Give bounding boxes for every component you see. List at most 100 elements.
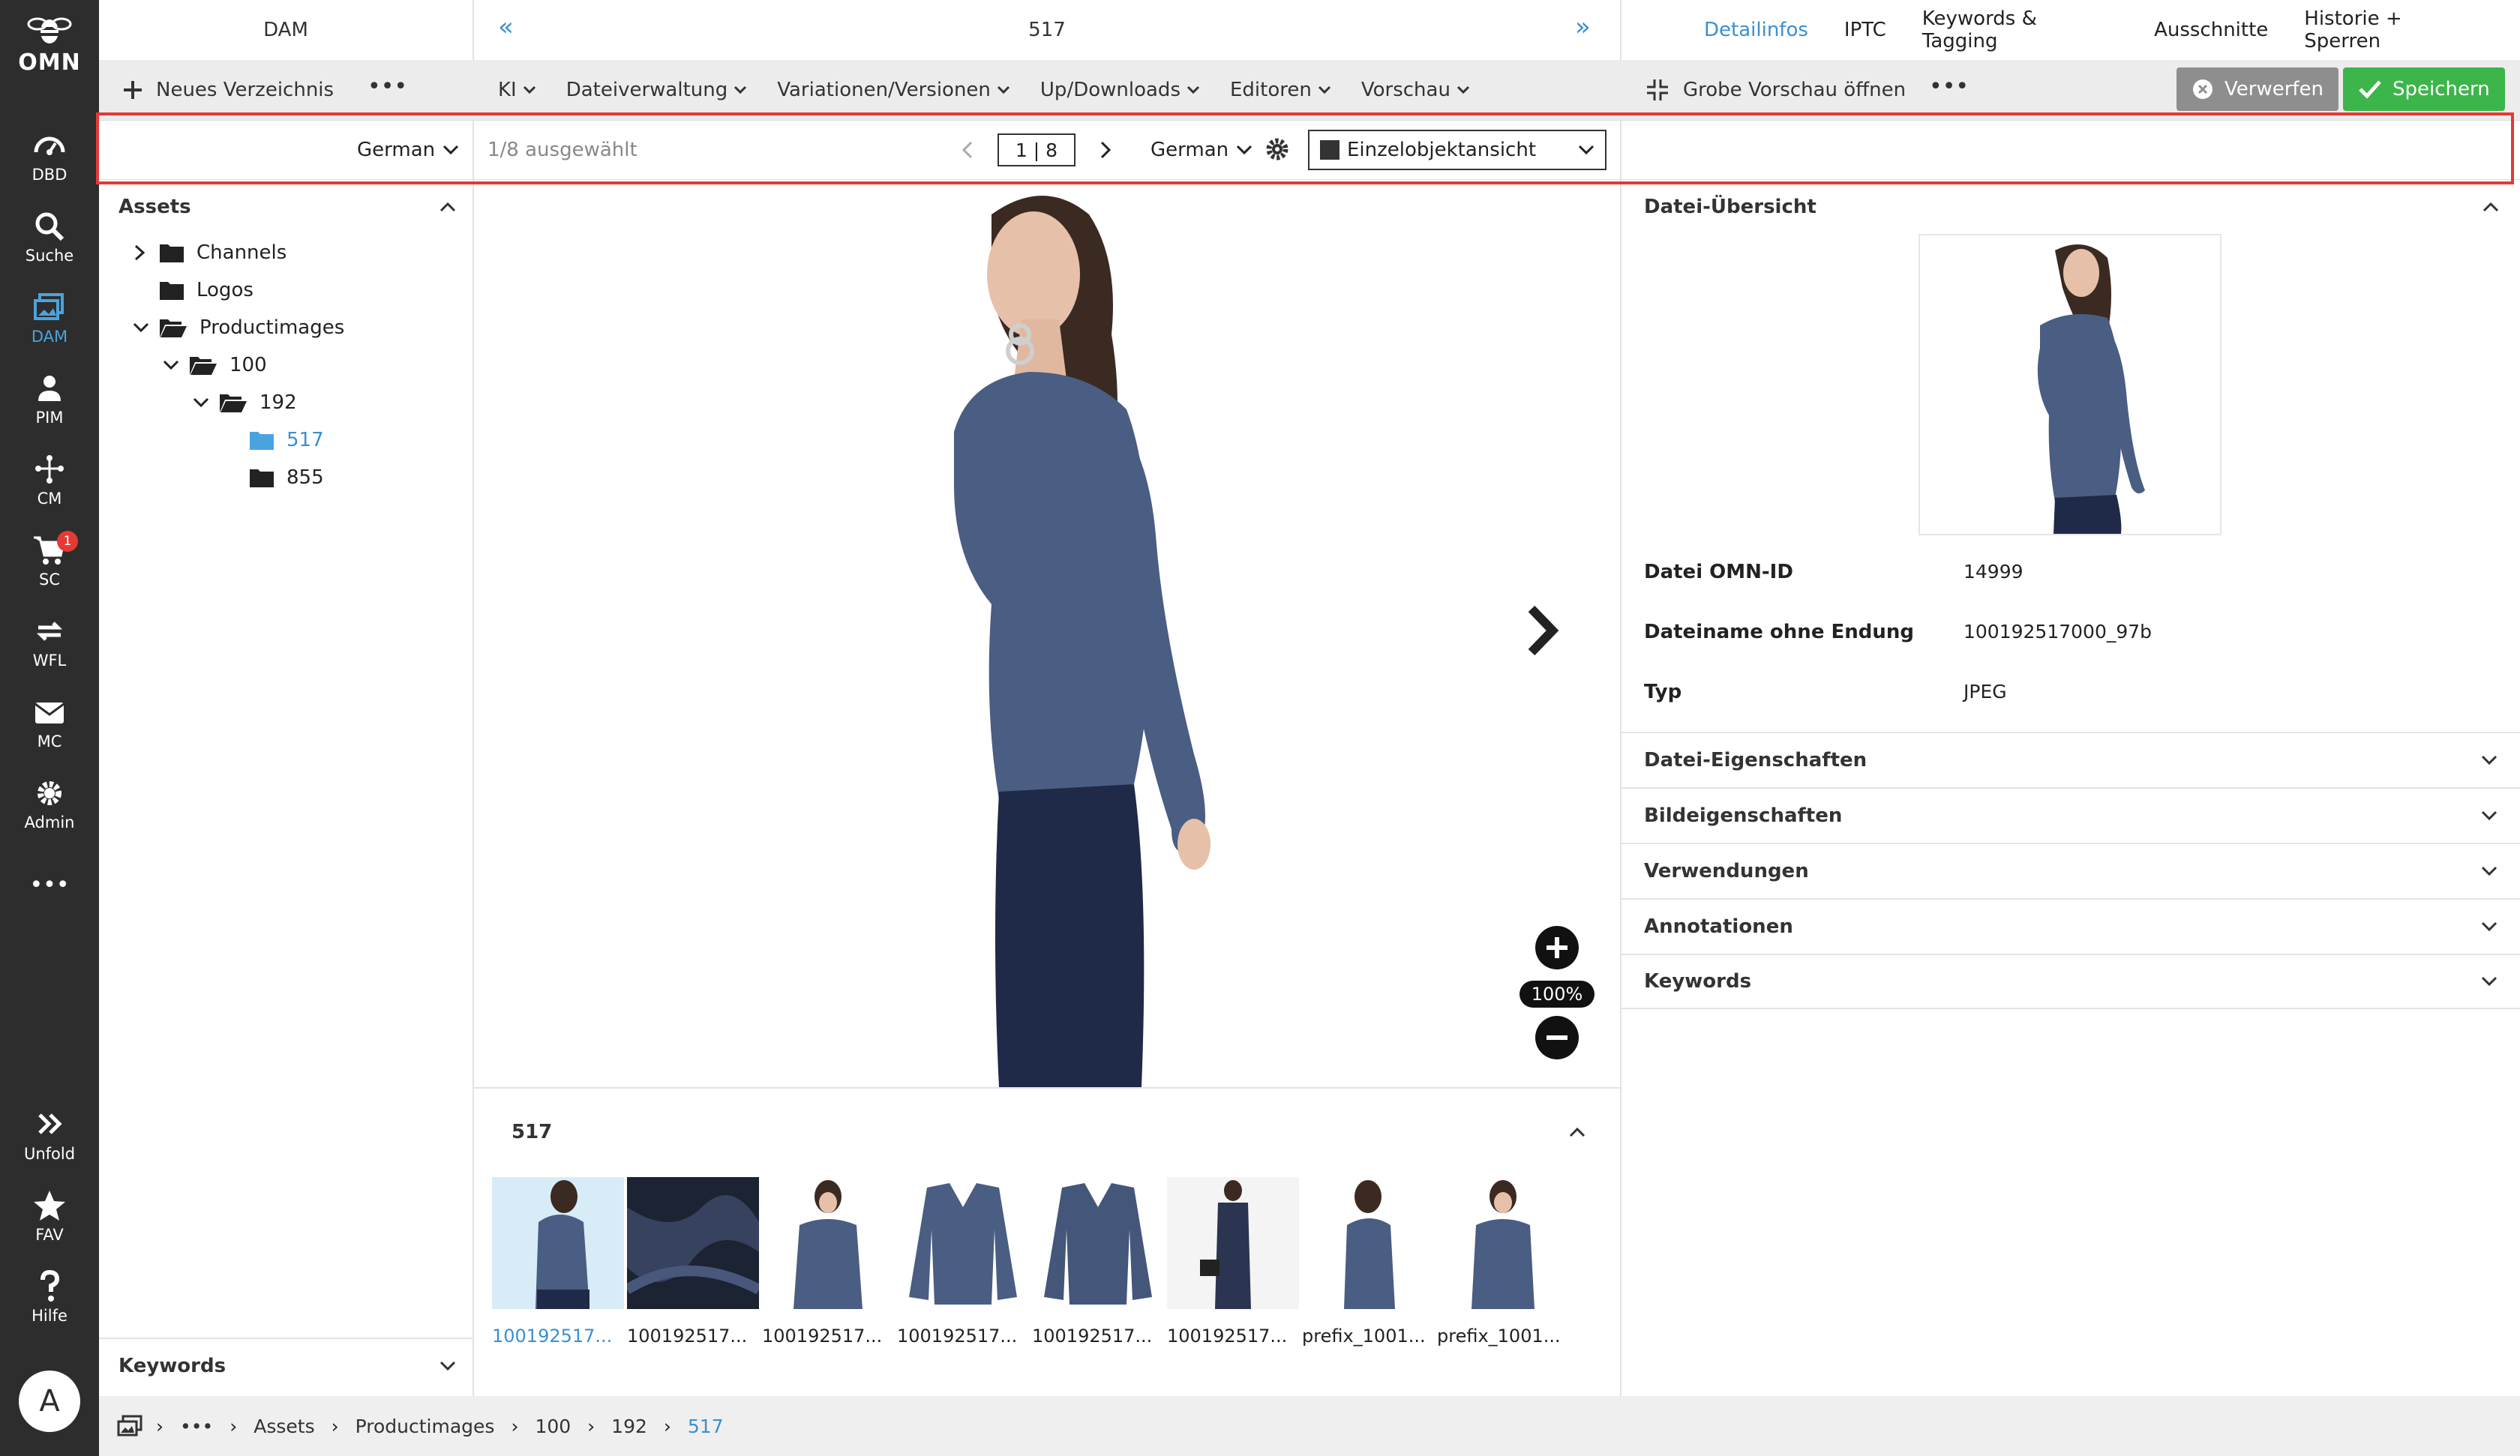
thumbnail-label[interactable]: 100192517... [897,1326,1029,1347]
thumbnail-image [1344,1180,1395,1309]
menu-updownloads[interactable]: Up/Downloads [1040,79,1200,101]
zoom-out-icon[interactable] [1534,1015,1580,1060]
thumbnail-label[interactable]: 100192517... [1032,1326,1164,1347]
image-gallery-icon[interactable] [117,1415,142,1437]
accordion-annotationen[interactable]: Annotationen [1622,898,2520,954]
chevron-right-icon[interactable] [1098,140,1113,160]
tab-detailinfos[interactable]: Detailinfos [1704,19,1808,41]
pim-icon [38,376,61,401]
thumbnail-label[interactable]: 100192517... [492,1326,624,1347]
omn-logo[interactable]: OMN [0,15,99,90]
image-viewer[interactable]: 100% [474,184,1620,1087]
thumbnail[interactable] [1032,1177,1164,1309]
breadcrumb-517[interactable]: 517 [688,1416,724,1437]
thumbnail-label[interactable]: prefix_1001... [1437,1326,1569,1347]
tab-ausschnitte[interactable]: Ausschnitte [2154,19,2268,41]
logo-text: OMN [18,49,81,76]
nav-item-mc[interactable]: MC [0,685,99,760]
pager: 1 | 8 [960,120,1113,180]
tree-item-517[interactable]: 517 [249,421,324,459]
nav-item-hilfe[interactable]: Hilfe [0,1260,99,1335]
settings-gear-icon[interactable] [1264,136,1290,162]
nav-label-dbd: DBD [32,166,68,184]
accordion-verwendungen[interactable]: Verwendungen [1622,843,2520,898]
nav-item-cm[interactable]: CM [0,442,99,517]
nav-item-wfl[interactable]: WFL [0,604,99,679]
accordion-keywords[interactable]: Keywords [1622,954,2520,1009]
menu-variationen[interactable]: Variationen/Versionen [777,79,1010,101]
menu-vorschau[interactable]: Vorschau [1361,79,1470,101]
nav-label-unfold: Unfold [23,1145,76,1163]
new-directory-button[interactable]: Neues Verzeichnis [122,60,334,120]
nav-item-suche[interactable]: Suche [0,199,99,274]
preview-open-button[interactable]: Grobe Vorschau öffnen [1646,60,1906,120]
nav-item-unfold[interactable]: Unfold [0,1098,99,1173]
thumbnail-label[interactable]: 100192517... [627,1326,759,1347]
breadcrumb-100[interactable]: 100 [535,1416,571,1437]
breadcrumb-productimages[interactable]: Productimages [356,1416,495,1437]
center-language-select[interactable]: German [1150,120,1252,180]
chevron-right-icon [134,244,146,261]
assets-section-title: Assets [118,196,191,218]
nav-item-admin[interactable]: Admin [0,766,99,841]
menu-editoren-label: Editoren [1229,79,1312,101]
save-button[interactable]: Speichern [2343,67,2505,111]
selection-info: 1/8 ausgewählt [488,120,638,180]
tab-iptc[interactable]: IPTC [1844,19,1886,41]
tab-keywords-tagging[interactable]: Keywords & Tagging [1922,7,2118,52]
zoom-in-icon[interactable] [1534,925,1580,970]
pager-input[interactable]: 1 | 8 [998,133,1076,166]
right-more-icon[interactable]: ••• [1929,73,1969,100]
breadcrumb-more[interactable]: ••• [180,1416,213,1437]
view-mode-select[interactable]: Einzelobjektansicht [1308,130,1606,170]
file-preview[interactable] [1918,234,2222,535]
tree-item-productimages[interactable]: Productimages [132,309,344,346]
thumbnail[interactable] [762,1177,894,1309]
thumbnail-label[interactable]: 100192517... [762,1326,894,1347]
breadcrumb-192[interactable]: 192 [611,1416,647,1437]
tree-item-855[interactable]: 855 [249,459,324,496]
thumbnail[interactable] [627,1177,759,1309]
tree-item-100[interactable]: 100 [162,346,267,384]
nav-item-fav[interactable]: FAV [0,1179,99,1254]
thumbnail[interactable] [897,1177,1029,1309]
thumbnail[interactable] [1302,1177,1434,1309]
avatar[interactable]: A [19,1371,80,1432]
chevron-down-icon [523,85,536,94]
assets-section-header[interactable]: Assets [118,186,456,228]
nav-item-dbd[interactable]: DBD [0,118,99,193]
thumbnail[interactable] [1167,1177,1299,1309]
tree-item-192[interactable]: 192 [192,384,297,421]
folder-icon [250,469,274,487]
overview-section-header[interactable]: Datei-Übersicht [1644,186,2499,228]
accordion-bildeigenschaften[interactable]: Bildeigenschaften [1622,787,2520,843]
collapse-left-icon[interactable]: « [498,12,514,42]
menu-editoren[interactable]: Editoren [1230,79,1331,101]
gallery-header[interactable]: 517 [512,1110,1586,1155]
thumbnail[interactable] [1437,1177,1569,1309]
help-icon [40,1269,60,1302]
thumbnail[interactable] [492,1177,624,1309]
nav-item-pim[interactable]: PIM [0,361,99,436]
tree-item-logos[interactable]: Logos [159,271,254,309]
thumbnail-label[interactable]: prefix_1001... [1302,1326,1434,1347]
collapse-right-icon[interactable]: » [1575,12,1591,42]
thumbnail-label[interactable]: 100192517... [1167,1326,1299,1347]
menu-ki[interactable]: KI [498,79,536,101]
tab-historie-sperren[interactable]: Historie + Sperren [2304,7,2484,52]
nav-item-dam[interactable]: DAM [0,280,99,355]
tree-item-channels[interactable]: Channels [132,234,286,271]
left-more-icon[interactable]: ••• [368,73,407,100]
accordion-datei-eigenschaften[interactable]: Datei-Eigenschaften [1622,732,2520,787]
nav-item-sc[interactable]: SC 1 [0,523,99,598]
tree-label: 855 [286,466,324,489]
left-language-select[interactable]: German [357,120,459,180]
nav-item-more[interactable]: ••• [0,847,99,922]
folder-icon [250,432,274,450]
next-image-icon[interactable] [1524,604,1562,657]
discard-button[interactable]: Verwerfen [2176,67,2339,111]
keywords-section-header[interactable]: Keywords [118,1345,456,1387]
chevron-left-icon[interactable] [960,140,975,160]
breadcrumb-assets[interactable]: Assets [254,1416,314,1437]
menu-dateiverwaltung[interactable]: Dateiverwaltung [566,79,748,101]
